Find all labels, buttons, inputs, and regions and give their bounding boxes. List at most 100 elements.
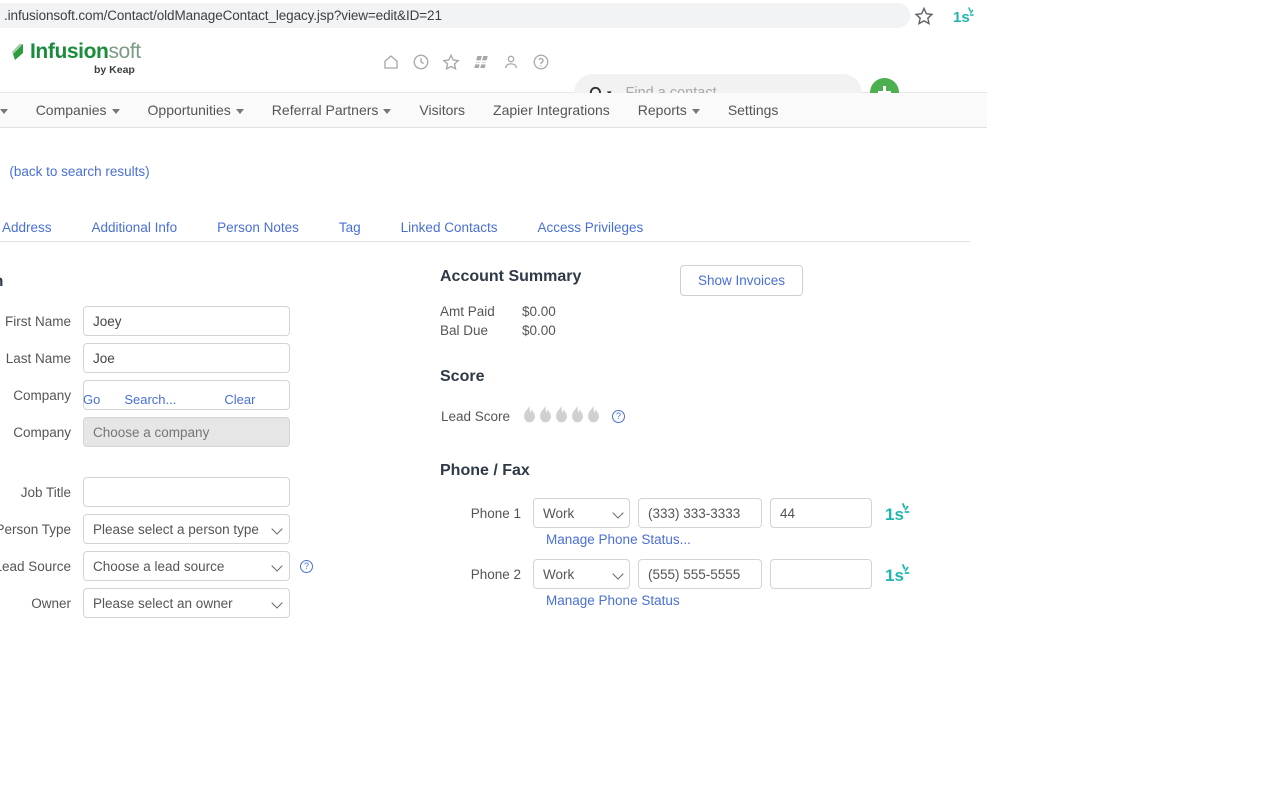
field-label: Company xyxy=(13,424,71,440)
person-information-form: First Name Last Name Company Company Go … xyxy=(0,306,350,625)
nav-label: Zapier Integrations xyxy=(493,102,610,118)
phone2-manage-status-link[interactable]: Manage Phone Status xyxy=(546,593,910,608)
lead-source-help-icon[interactable]: ? xyxy=(300,559,313,573)
star-icon[interactable] xyxy=(914,6,934,26)
field-row-person-type: Person Type Please select a person type xyxy=(0,514,350,544)
lead-score-label: Lead Score xyxy=(440,408,510,424)
phone1-extension-input[interactable] xyxy=(770,498,872,528)
nav-item-opportunities[interactable]: Opportunities xyxy=(134,102,258,118)
nav-label: Settings xyxy=(727,102,779,118)
tab-address[interactable]: Address xyxy=(0,220,72,235)
field-row-lead-source: Lead Source Choose a lead source ? xyxy=(0,551,350,581)
contact-tab-bar: Address Additional Info Person Notes Tag… xyxy=(0,214,970,242)
campaign-bolt-icon[interactable] xyxy=(470,51,492,73)
tab-person-notes[interactable]: Person Notes xyxy=(197,220,319,235)
home-icon[interactable] xyxy=(380,51,402,73)
1s-extension-icon[interactable]: 1s xyxy=(951,5,975,27)
field-row-first-name: First Name xyxy=(0,306,350,336)
favorites-star-icon[interactable] xyxy=(440,51,462,73)
field-label: Last Name xyxy=(5,350,71,366)
chevron-down-icon xyxy=(235,108,244,114)
chevron-down-icon xyxy=(111,108,120,114)
tab-access-privileges[interactable]: Access Privileges xyxy=(517,220,663,235)
field-label: First Name xyxy=(4,313,71,329)
svg-text:1s: 1s xyxy=(953,9,970,26)
flame-icon[interactable] xyxy=(586,404,601,423)
phone2-type-wrap: Work xyxy=(533,559,630,589)
logo-primary: Infusion xyxy=(30,40,109,63)
help-icon[interactable] xyxy=(530,51,552,73)
flame-icon[interactable] xyxy=(522,404,537,423)
company-go-link[interactable]: Go xyxy=(83,392,100,407)
field-label: Company xyxy=(13,387,71,403)
field-label: Person Type xyxy=(0,521,71,537)
logo-text: Infusionsoft xyxy=(30,40,141,64)
flame-icon[interactable] xyxy=(554,404,569,423)
phone2-number-input[interactable] xyxy=(638,559,762,589)
first-name-input[interactable] xyxy=(83,306,290,336)
phone2-extension-input[interactable] xyxy=(770,559,872,589)
back-to-search-results-link[interactable]: (back to search results) xyxy=(9,164,149,179)
tab-additional-info[interactable]: Additional Info xyxy=(72,220,198,235)
leaf-icon xyxy=(11,43,29,62)
person-type-select[interactable]: Please select a person type xyxy=(83,514,290,544)
nav-item-reports[interactable]: Reports xyxy=(624,102,714,118)
field-label: Owner xyxy=(31,595,71,611)
phone1-manage-status-link[interactable]: Manage Phone Status... xyxy=(546,532,910,547)
nav-item-referral-partners[interactable]: Referral Partners xyxy=(258,102,406,118)
tab-linked-contacts[interactable]: Linked Contacts xyxy=(381,220,518,235)
phone-label: Phone 1 xyxy=(470,505,521,521)
recent-clock-icon[interactable] xyxy=(410,51,432,73)
last-name-input[interactable] xyxy=(83,343,290,373)
lead-score-flames[interactable] xyxy=(522,404,602,428)
phone-label: Phone 2 xyxy=(470,566,521,582)
1s-badge-icon[interactable]: 1s xyxy=(884,562,910,586)
flame-icon[interactable] xyxy=(538,404,553,423)
nav-item-contacts[interactable]: acts xyxy=(0,102,22,118)
nav-item-visitors[interactable]: Visitors xyxy=(405,102,479,118)
lead-score-help-icon[interactable]: ? xyxy=(612,409,625,423)
nav-item-settings[interactable]: Settings xyxy=(714,102,793,118)
user-icon[interactable] xyxy=(500,51,522,73)
company-search-link[interactable]: Search... xyxy=(124,392,176,407)
account-row-bal-due: Bal Due $0.00 xyxy=(440,323,910,338)
owner-select[interactable]: Please select an owner xyxy=(83,588,290,618)
lead-source-select-wrap: Choose a lead source xyxy=(83,551,290,581)
phone1-type-select[interactable]: Work xyxy=(533,498,630,528)
company-clear-link[interactable]: Clear xyxy=(224,392,255,407)
job-title-input[interactable] xyxy=(83,477,290,507)
field-label: Job Title xyxy=(20,484,71,500)
choose-company-input[interactable] xyxy=(83,417,290,447)
flame-icon[interactable] xyxy=(570,404,585,423)
1s-badge-icon[interactable]: 1s xyxy=(884,501,910,525)
chevron-down-icon xyxy=(0,108,8,114)
score-section: Score Lead Score ? xyxy=(440,368,910,428)
lead-score-row: Lead Score ? xyxy=(440,404,910,428)
nav-item-zapier-integrations[interactable]: Zapier Integrations xyxy=(479,102,624,118)
address-bar[interactable]: .infusionsoft.com/Contact/oldManageConta… xyxy=(0,3,910,28)
infusionsoft-logo[interactable]: Infusionsoft by Keap xyxy=(8,40,163,82)
account-value: $0.00 xyxy=(522,323,556,338)
phone1-number-input[interactable] xyxy=(638,498,762,528)
score-heading: Score xyxy=(440,368,485,385)
url-text: .infusionsoft.com/Contact/oldManageConta… xyxy=(4,8,442,23)
phone-row-2: Phone 2 Work 1s xyxy=(440,559,910,589)
svg-text:1s: 1s xyxy=(885,566,904,585)
show-invoices-button[interactable]: Show Invoices xyxy=(679,265,803,296)
nav-item-companies[interactable]: Companies xyxy=(22,102,134,118)
lead-source-select[interactable]: Choose a lead source xyxy=(83,551,290,581)
chevron-down-icon xyxy=(691,108,700,114)
phone-row-1: Phone 1 Work 1s xyxy=(440,498,910,528)
contact-edit-page: oe (back to search results) Address Addi… xyxy=(0,128,987,628)
account-summary-heading: Account Summary xyxy=(440,268,582,285)
page-title-row: oe (back to search results) xyxy=(0,150,149,184)
tab-tag[interactable]: Tag xyxy=(319,220,381,235)
app-header: Infusionsoft by Keap Find a contact... xyxy=(0,31,987,112)
browser-toolbar: .infusionsoft.com/Contact/oldManageConta… xyxy=(0,0,987,31)
logo-secondary: soft xyxy=(108,40,141,63)
page-bottom-blank-area xyxy=(0,628,987,800)
account-row-amt-paid: Amt Paid $0.00 xyxy=(440,304,910,319)
field-row-job-title: Job Title xyxy=(0,477,350,507)
main-navigation: acts Companies Opportunities Referral Pa… xyxy=(0,93,987,128)
phone2-type-select[interactable]: Work xyxy=(533,559,630,589)
